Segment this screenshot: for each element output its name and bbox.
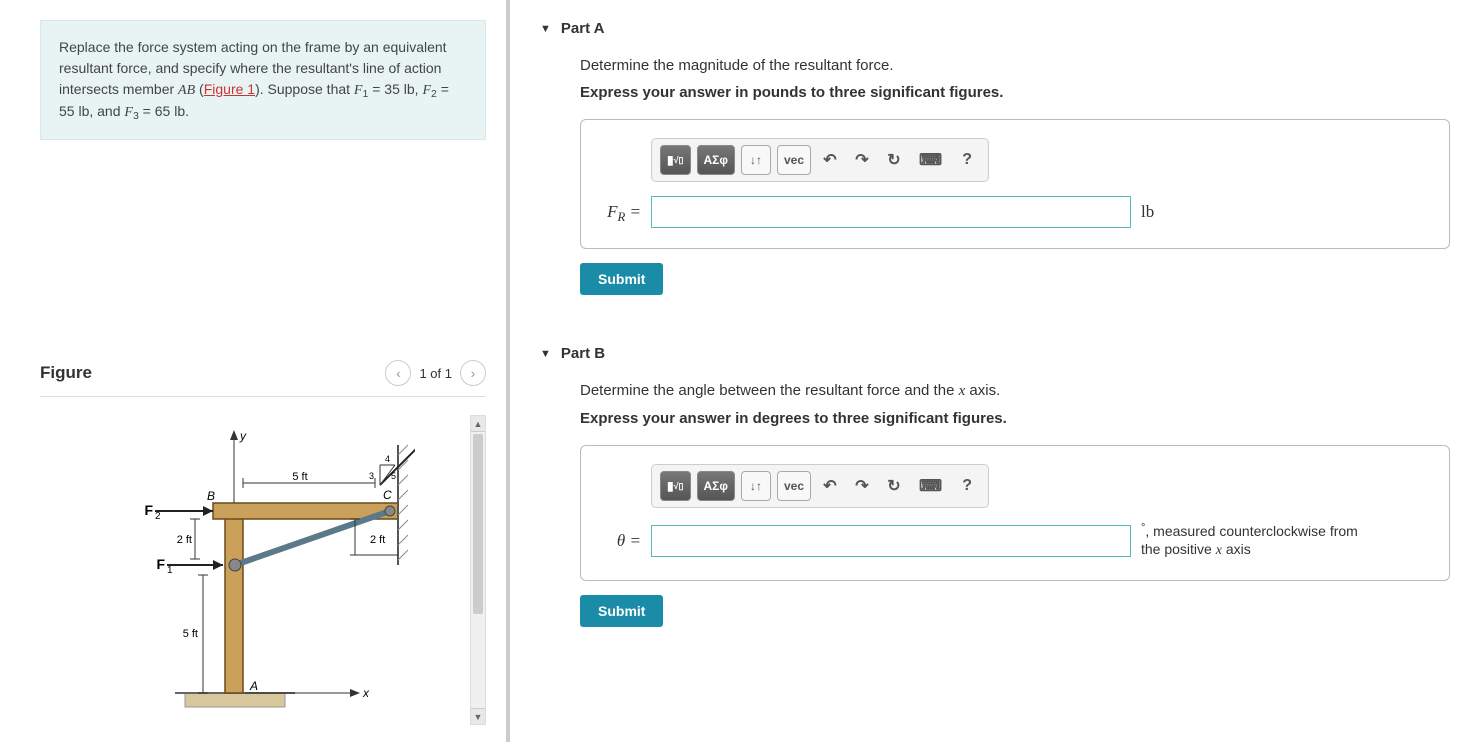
part-a-header[interactable]: ▼ Part A [540, 10, 1450, 47]
member-ab: AB [178, 83, 195, 98]
pager-prev-button[interactable]: ‹ [385, 360, 411, 386]
f2-sub: 2 [431, 88, 437, 100]
part-a-body: Determine the magnitude of the resultant… [540, 47, 1450, 315]
problem-statement: Replace the force system acting on the f… [40, 20, 486, 140]
help-button[interactable]: ? [954, 471, 980, 501]
vec-button[interactable]: vec [777, 471, 811, 501]
part-b-answer-row: θ = °, measured counterclockwise from th… [601, 522, 1429, 560]
part-a-instruction: Determine the magnitude of the resultant… [580, 57, 1450, 74]
svg-text:x: x [362, 686, 370, 700]
svg-text:2: 2 [155, 511, 161, 522]
figure-link[interactable]: Figure 1 [204, 81, 255, 97]
part-b-unit: °, measured counterclockwise from the po… [1141, 522, 1361, 560]
f2-sym: F [422, 83, 431, 98]
svg-text:F: F [156, 556, 165, 572]
undo-icon[interactable]: ↶ [817, 471, 843, 501]
part-b-instruction: Determine the angle between the resultan… [580, 382, 1450, 400]
redo-icon[interactable]: ↷ [849, 471, 875, 501]
part-a-submit-button[interactable]: Submit [580, 263, 663, 295]
right-panel: ▼ Part A Determine the magnitude of the … [510, 0, 1480, 742]
part-a-format: Express your answer in pounds to three s… [580, 84, 1450, 101]
greek-button[interactable]: ΑΣφ [697, 471, 735, 501]
part-b-variable: θ = [601, 531, 641, 551]
pager-next-button[interactable]: › [460, 360, 486, 386]
svg-text:2 ft: 2 ft [370, 534, 385, 546]
template-button[interactable]: ▮√▯ [660, 145, 691, 175]
template-button[interactable]: ▮√▯ [660, 471, 691, 501]
svg-text:5: 5 [391, 471, 396, 481]
f1-val: = 35 lb [368, 81, 414, 97]
scroll-up-icon[interactable]: ▲ [471, 416, 485, 432]
reset-icon[interactable]: ↻ [881, 471, 907, 501]
problem-text2: ). Suppose that [255, 81, 354, 97]
svg-text:F: F [144, 502, 153, 518]
scripts-button[interactable]: ↓↑ [741, 145, 771, 175]
figure-scrollbar[interactable]: ▲ ▼ [470, 415, 486, 725]
undo-icon[interactable]: ↶ [817, 145, 843, 175]
figure-title: Figure [40, 363, 92, 383]
equation-toolbar-a: ▮√▯ ΑΣφ ↓↑ vec ↶ ↷ ↻ ⌨ ? [651, 138, 989, 182]
part-b-submit-button[interactable]: Submit [580, 595, 663, 627]
reset-icon[interactable]: ↻ [881, 145, 907, 175]
part-b-title: Part B [561, 345, 605, 362]
svg-text:y: y [239, 429, 247, 443]
part-a-answer-row: FR = lb [601, 196, 1429, 228]
figure-content: y x F2 F1 F3 [40, 415, 486, 725]
keyboard-icon[interactable]: ⌨ [913, 145, 948, 175]
figure-header: Figure ‹ 1 of 1 › [40, 360, 486, 397]
f3-sub: 3 [133, 110, 139, 122]
svg-text:B: B [207, 489, 215, 503]
figure-section: Figure ‹ 1 of 1 › [40, 360, 486, 725]
help-button[interactable]: ? [954, 145, 980, 175]
scripts-button[interactable]: ↓↑ [741, 471, 771, 501]
part-a-answer-box: ▮√▯ ΑΣφ ↓↑ vec ↶ ↷ ↻ ⌨ ? FR = lb [580, 119, 1450, 249]
left-panel: Replace the force system acting on the f… [0, 0, 510, 742]
svg-text:2 ft: 2 ft [177, 534, 192, 546]
f1-sub: 1 [362, 88, 368, 100]
caret-down-icon: ▼ [540, 348, 551, 360]
equation-toolbar-b: ▮√▯ ΑΣφ ↓↑ vec ↶ ↷ ↻ ⌨ ? [651, 464, 989, 508]
vec-button[interactable]: vec [777, 145, 811, 175]
figure-pager: ‹ 1 of 1 › [385, 360, 486, 386]
part-b-input[interactable] [651, 525, 1131, 557]
svg-text:3: 3 [369, 471, 374, 481]
svg-text:A: A [249, 679, 258, 693]
greek-button[interactable]: ΑΣφ [697, 145, 735, 175]
scroll-thumb[interactable] [473, 434, 483, 614]
keyboard-icon[interactable]: ⌨ [913, 471, 948, 501]
f3-sym: F [124, 105, 133, 120]
part-a-unit: lb [1141, 202, 1154, 222]
caret-down-icon: ▼ [540, 23, 551, 35]
part-a-variable: FR = [601, 202, 641, 222]
f3-val: = 65 lb [139, 103, 185, 119]
pager-text: 1 of 1 [419, 366, 452, 381]
scroll-down-icon[interactable]: ▼ [471, 708, 485, 724]
part-b-format: Express your answer in degrees to three … [580, 410, 1450, 427]
svg-text:C: C [383, 488, 392, 502]
part-a-title: Part A [561, 20, 605, 37]
figure-diagram: y x F2 F1 F3 [40, 415, 470, 725]
svg-text:5 ft: 5 ft [183, 628, 198, 640]
part-b-answer-box: ▮√▯ ΑΣφ ↓↑ vec ↶ ↷ ↻ ⌨ ? θ = °, measured… [580, 445, 1450, 581]
svg-text:5 ft: 5 ft [292, 471, 307, 483]
part-a-input[interactable] [651, 196, 1131, 228]
part-b-body: Determine the angle between the resultan… [540, 372, 1450, 647]
redo-icon[interactable]: ↷ [849, 145, 875, 175]
svg-text:4: 4 [385, 454, 390, 464]
svg-text:1: 1 [167, 565, 173, 576]
part-b-header[interactable]: ▼ Part B [540, 335, 1450, 372]
